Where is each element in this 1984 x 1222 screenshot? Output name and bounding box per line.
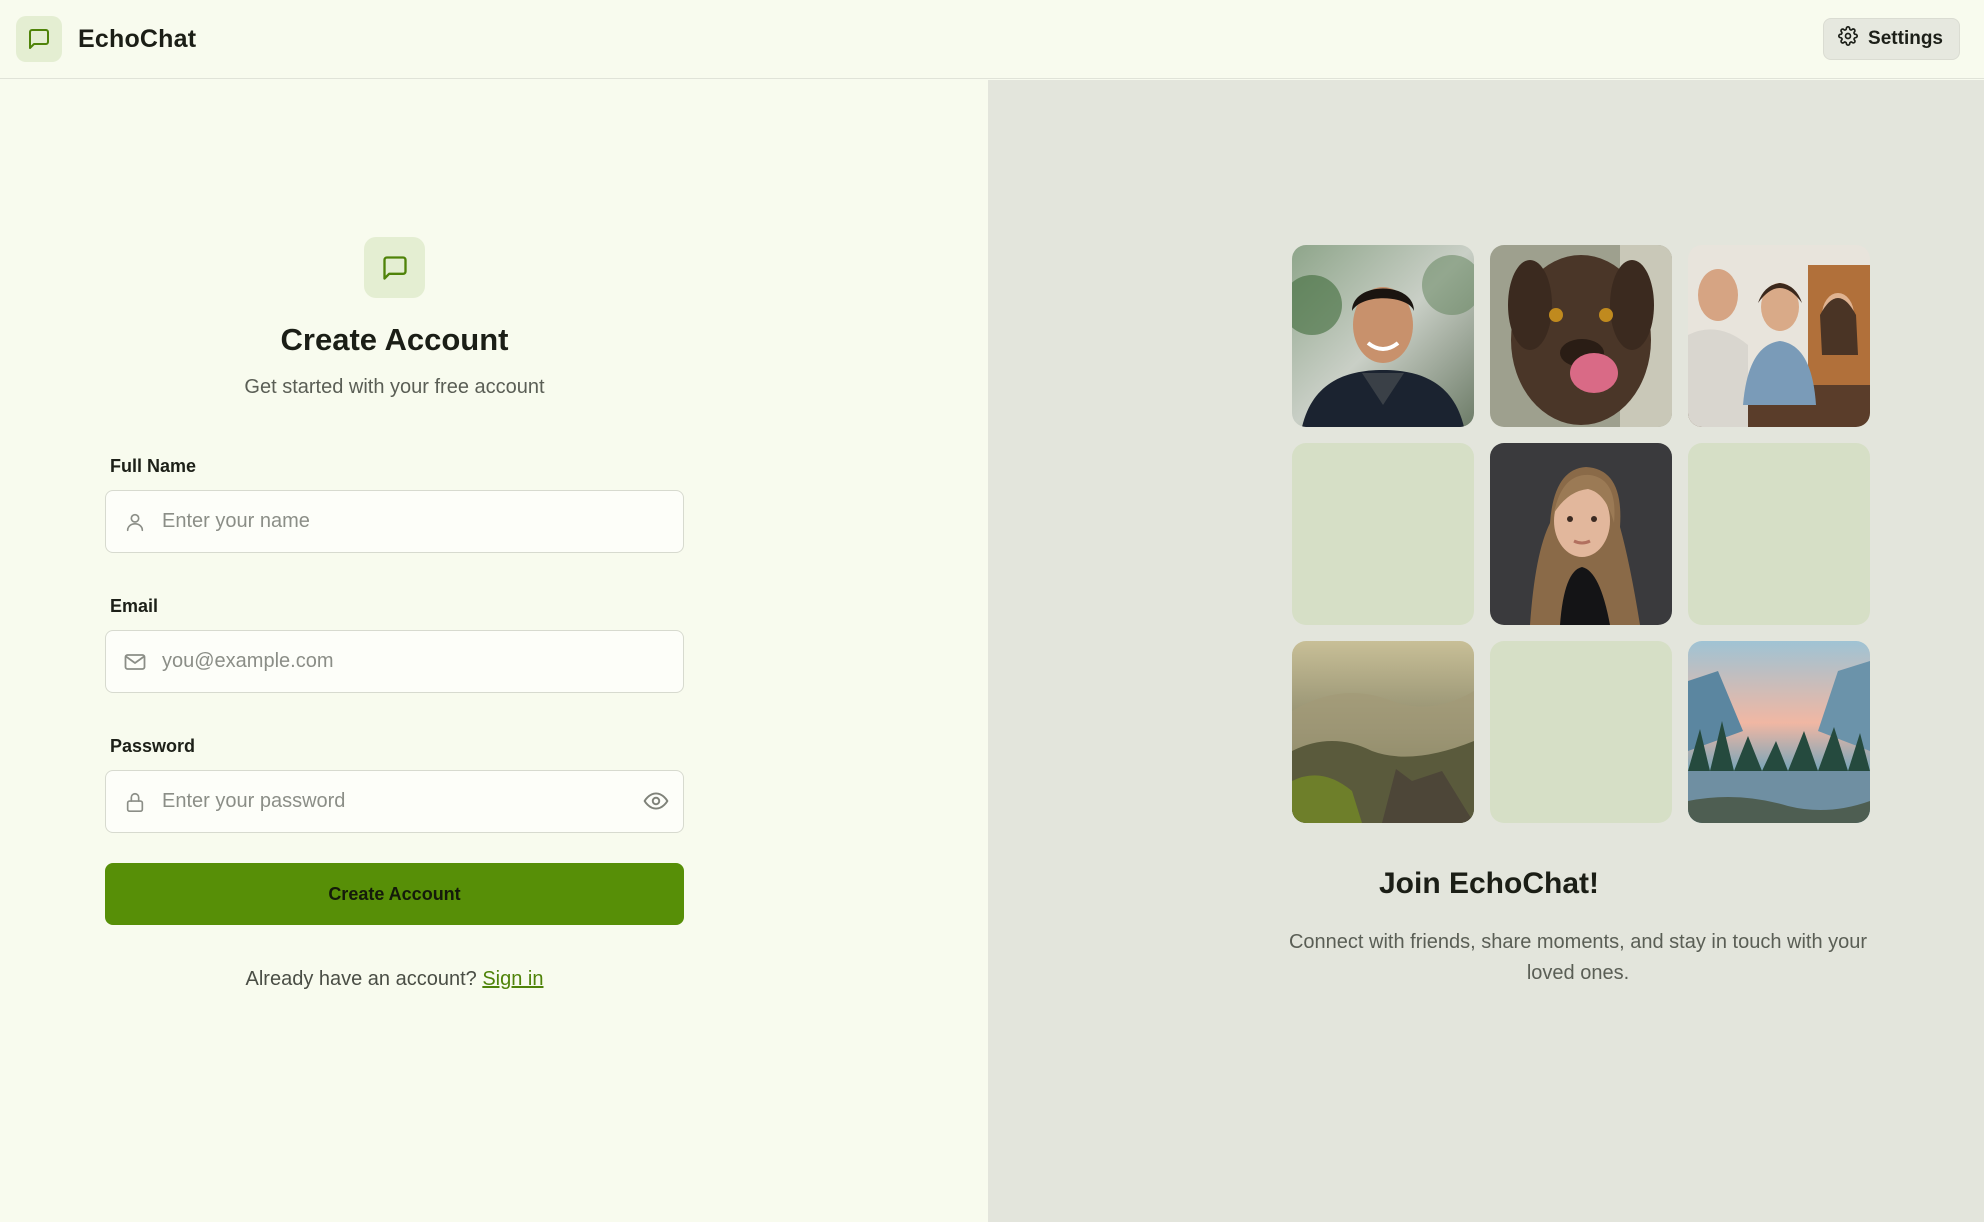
showcase-text: Connect with friends, share moments, and…	[1288, 931, 1868, 984]
photo-placeholder	[1688, 443, 1870, 625]
full-name-label: Full Name	[110, 456, 197, 476]
password-field	[105, 770, 684, 833]
create-account-button[interactable]: Create Account	[105, 863, 684, 925]
gear-icon	[1838, 26, 1858, 52]
photo-placeholder	[1292, 443, 1474, 625]
form-title: Create Account	[280, 322, 509, 357]
password-label: Password	[110, 736, 196, 756]
photo-forest-river	[1688, 641, 1870, 823]
photo-dog	[1490, 245, 1672, 427]
user-icon	[122, 509, 148, 535]
photo-grid	[1292, 245, 1870, 823]
password-input[interactable]	[162, 790, 622, 813]
full-name-field	[105, 490, 684, 553]
photo-friends	[1688, 245, 1870, 427]
chat-bubble-icon	[364, 237, 425, 298]
settings-button[interactable]: Settings	[1823, 18, 1960, 60]
form-subtitle: Get started with your free account	[244, 376, 545, 398]
signin-prompt: Already have an account? Sign in	[105, 968, 684, 991]
signup-panel: Create Account Get started with your fre…	[0, 80, 988, 1222]
signin-prompt-text: Already have an account?	[245, 968, 477, 990]
app-name: EchoChat	[78, 24, 197, 53]
photo-smiling-man	[1292, 245, 1474, 427]
photo-placeholder	[1490, 641, 1672, 823]
lock-icon	[122, 789, 148, 815]
showcase-panel: Join EchoChat! Connect with friends, sha…	[988, 80, 1984, 1222]
email-label: Email	[110, 596, 159, 616]
mail-icon	[122, 649, 148, 675]
photo-mountain-landscape	[1292, 641, 1474, 823]
chat-bubble-icon	[16, 16, 62, 62]
signin-link[interactable]: Sign in	[482, 968, 543, 990]
email-field	[105, 630, 684, 693]
email-input[interactable]	[162, 650, 622, 673]
showcase-title: Join EchoChat!	[1378, 867, 1599, 900]
brand[interactable]: EchoChat	[16, 16, 196, 62]
eye-icon[interactable]	[643, 788, 669, 819]
photo-woman-portrait	[1490, 443, 1672, 625]
settings-label: Settings	[1868, 28, 1943, 49]
top-bar: EchoChat Settings	[0, 0, 1984, 79]
full-name-input[interactable]	[162, 510, 622, 533]
